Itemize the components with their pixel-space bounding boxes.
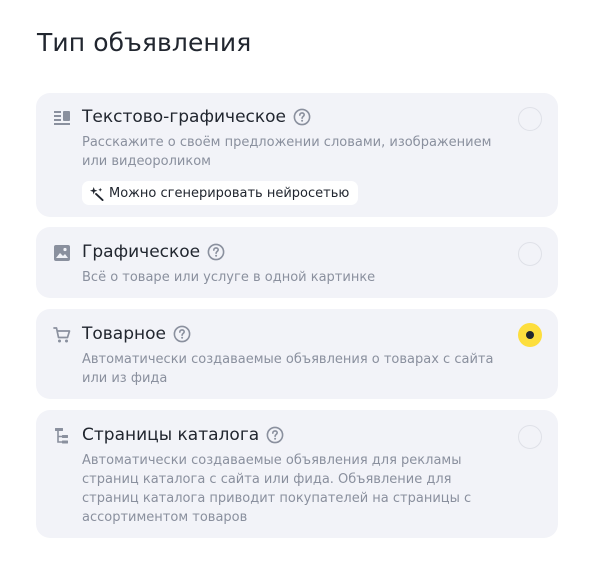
option-text-graphic[interactable]: Текстово-графическое Расскажите о своём … (36, 93, 558, 217)
ai-generate-badge: Можно сгенерировать нейросетью (82, 181, 359, 205)
ai-generate-label: Можно сгенерировать нейросетью (109, 185, 350, 201)
option-title: Графическое (82, 242, 201, 262)
text-lines-icon (54, 111, 70, 125)
option-description: Автоматически создаваемые объявления для… (82, 453, 472, 525)
help-icon[interactable] (173, 325, 191, 343)
option-catalog-pages[interactable]: Страницы каталога Автоматически создавае… (36, 410, 558, 538)
option-description: Автоматически создаваемые объявления о т… (82, 352, 494, 386)
option-title-row: Страницы каталога (82, 425, 284, 445)
option-product[interactable]: Товарное Автоматически создаваемые объяв… (36, 309, 558, 399)
page-title: Тип объявления (37, 28, 252, 57)
sparkle-icon (89, 186, 104, 201)
option-title-row: Графическое (82, 242, 225, 262)
ad-type-page: Тип объявления Текстово-графическое Расс… (0, 0, 593, 574)
help-icon[interactable] (207, 243, 225, 261)
option-title: Товарное (82, 324, 166, 344)
image-icon (54, 245, 70, 261)
option-title: Текстово-графическое (82, 107, 287, 127)
option-graphic[interactable]: Графическое Всё о товаре или услуге в од… (36, 227, 558, 298)
option-radio[interactable] (518, 425, 542, 449)
catalog-tree-icon (55, 428, 68, 444)
option-radio[interactable] (518, 242, 542, 266)
option-title-row: Текстово-графическое (82, 107, 311, 127)
cart-icon (53, 327, 71, 343)
help-icon[interactable] (293, 108, 311, 126)
option-title-row: Товарное (82, 324, 191, 344)
option-radio[interactable] (518, 107, 542, 131)
option-description: Расскажите о своём предложении словами, … (82, 135, 492, 169)
option-description: Всё о товаре или услуге в одной картинке (82, 270, 376, 285)
help-icon[interactable] (266, 426, 284, 444)
option-radio-selected[interactable] (518, 323, 542, 347)
option-title: Страницы каталога (82, 425, 260, 445)
